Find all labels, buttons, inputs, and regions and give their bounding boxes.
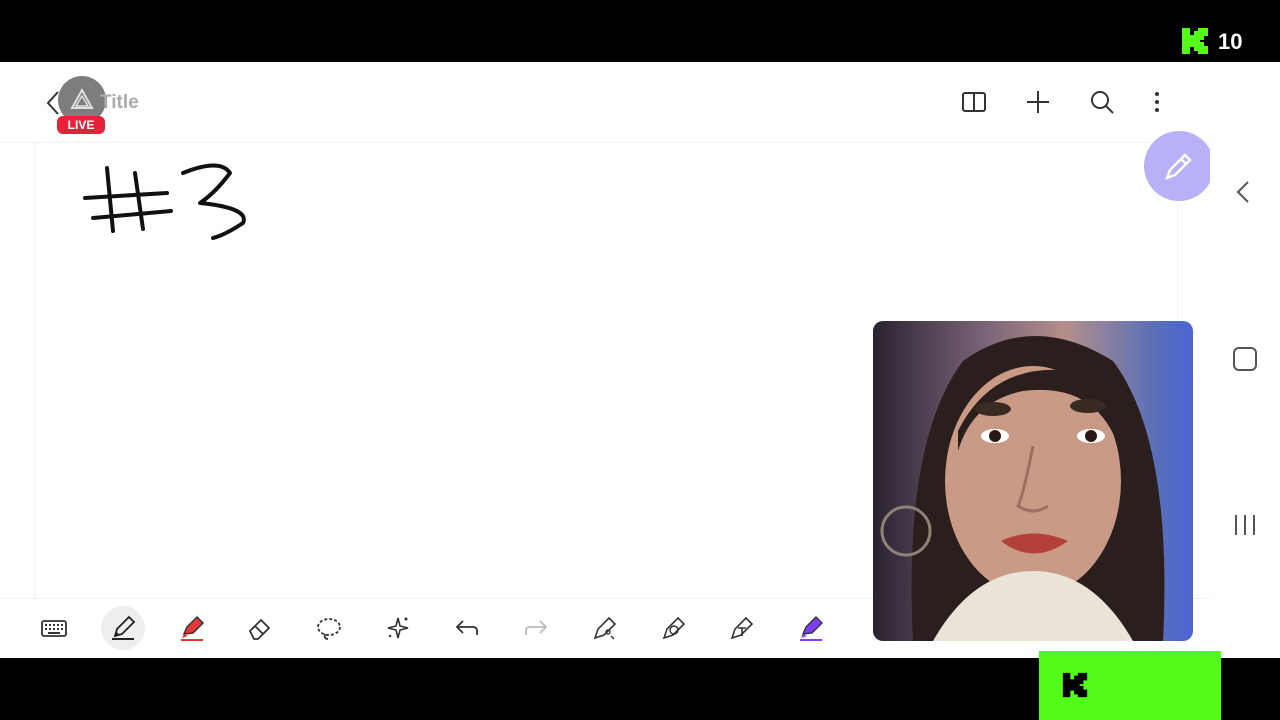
search-icon[interactable]	[1084, 84, 1120, 120]
handwritten-text: #3	[85, 222, 87, 224]
purple-pen-icon[interactable]	[789, 606, 833, 650]
more-vert-icon[interactable]	[1139, 84, 1175, 120]
recents-icon[interactable]	[1232, 512, 1258, 538]
pen-settings-icon[interactable]	[583, 606, 627, 650]
plus-icon[interactable]	[1020, 84, 1056, 120]
kick-banner	[1039, 651, 1221, 720]
viewer-count: 10	[1218, 29, 1243, 54]
redo-icon[interactable]	[514, 606, 558, 650]
undo-icon[interactable]	[445, 606, 489, 650]
note-title[interactable]: Title	[100, 92, 139, 114]
lasso-icon[interactable]	[307, 606, 351, 650]
shape-pen-icon[interactable]	[652, 606, 696, 650]
ai-sparkle-icon[interactable]	[376, 606, 420, 650]
eraser-icon[interactable]	[238, 606, 282, 650]
pen-fab-button[interactable]	[1144, 131, 1214, 201]
system-nav-bar	[1210, 62, 1280, 658]
top-status-bar	[0, 0, 1280, 62]
home-icon[interactable]	[1232, 346, 1258, 372]
book-icon[interactable]	[956, 84, 992, 120]
live-badge: LIVE	[57, 116, 105, 134]
back-chevron-icon[interactable]	[1234, 180, 1254, 204]
keyboard-icon[interactable]	[32, 606, 76, 650]
kick-logo-icon	[1062, 672, 1088, 698]
text-pen-icon[interactable]	[720, 606, 764, 650]
webcam-overlay	[873, 321, 1193, 641]
highlighter-icon[interactable]	[170, 606, 214, 650]
kick-logo-icon	[1182, 28, 1208, 54]
pen-icon[interactable]	[101, 606, 145, 650]
